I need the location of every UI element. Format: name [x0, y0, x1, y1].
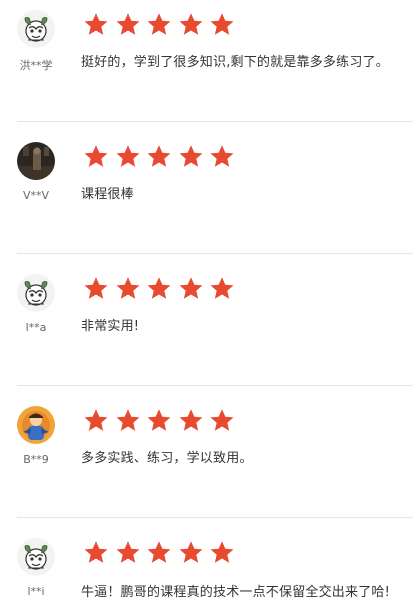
- review-comment: 课程很棒: [81, 187, 134, 202]
- review-comment: 挺好的，学到了很多知识,剩下的就是靠多多练习了。: [81, 55, 389, 70]
- review-item: 洪**学 挺好的，学到了很多知识,剩下的就是靠多多练习了。: [0, 0, 413, 122]
- review-comment: 多多实践、练习，学以致用。: [81, 451, 253, 466]
- username: B**9: [23, 453, 49, 466]
- star-icon: [115, 540, 141, 566]
- star-icon: [178, 540, 204, 566]
- star-icon: [146, 144, 172, 170]
- review-item: B**9 多多实践、练习，学以致用。: [0, 386, 413, 518]
- star-icon: [178, 276, 204, 302]
- star-icon: [209, 540, 235, 566]
- star-icon: [83, 408, 109, 434]
- username: 洪**学: [19, 59, 53, 72]
- star-icon: [146, 408, 172, 434]
- username: V**V: [22, 189, 50, 202]
- review-comment: 牛逼！鹏哥的课程真的技术一点不保留全交出来了哈!: [81, 585, 391, 600]
- star-icon: [83, 144, 109, 170]
- user-avatar[interactable]: [17, 274, 55, 312]
- star-icon: [178, 12, 204, 38]
- star-icon: [83, 276, 109, 302]
- rating-stars: [83, 540, 241, 566]
- cartoon-avatar-icon: [17, 406, 55, 444]
- star-icon: [115, 408, 141, 434]
- star-icon: [209, 408, 235, 434]
- star-icon: [178, 144, 204, 170]
- tiger-avatar-icon: [17, 538, 55, 576]
- star-icon: [115, 276, 141, 302]
- star-icon: [209, 12, 235, 38]
- review-item: V**V 课程很棒: [0, 122, 413, 254]
- star-icon: [83, 12, 109, 38]
- review-item: l**i 牛逼！鹏哥的课程真的技术一点不保留全交出来了哈!: [0, 518, 413, 604]
- user-avatar[interactable]: [17, 538, 55, 576]
- rating-stars: [83, 12, 241, 38]
- star-icon: [115, 144, 141, 170]
- rating-stars: [83, 144, 241, 170]
- star-icon: [146, 540, 172, 566]
- tiger-avatar-icon: [17, 10, 55, 48]
- user-avatar[interactable]: [17, 142, 55, 180]
- review-item: l**a 非常实用!: [0, 254, 413, 386]
- review-comment: 非常实用!: [81, 319, 140, 334]
- star-icon: [209, 276, 235, 302]
- rating-stars: [83, 408, 241, 434]
- star-icon: [83, 540, 109, 566]
- username: l**a: [25, 321, 47, 334]
- photo-avatar-icon: [17, 142, 55, 180]
- tiger-avatar-icon: [17, 274, 55, 312]
- star-icon: [146, 12, 172, 38]
- user-avatar[interactable]: [17, 406, 55, 444]
- rating-stars: [83, 276, 241, 302]
- star-icon: [178, 408, 204, 434]
- star-icon: [115, 12, 141, 38]
- user-avatar[interactable]: [17, 10, 55, 48]
- username: l**i: [27, 585, 45, 598]
- star-icon: [209, 144, 235, 170]
- star-icon: [146, 276, 172, 302]
